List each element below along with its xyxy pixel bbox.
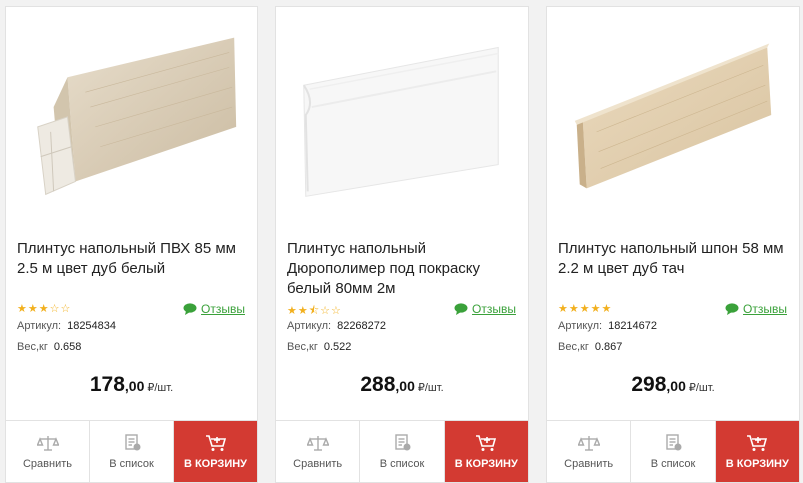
rating-stars: ★★★☆☆ (17, 302, 71, 315)
reviews-label: Отзывы (201, 302, 245, 316)
weight-label: Вес,кг (558, 341, 589, 353)
star-icon: ★ (38, 303, 50, 315)
star-icon: ★ (297, 305, 309, 317)
product-card: Плинтус напольный Дюрополимер под покрас… (275, 6, 529, 483)
cart-label: В КОРЗИНУ (725, 457, 789, 470)
reviews-label: Отзывы (743, 302, 787, 316)
weight-label: Вес,кг (17, 341, 48, 353)
article-row: Артикул: 82268272 (287, 320, 386, 332)
star-icon: ★ (558, 303, 569, 315)
article-label: Артикул: (17, 320, 62, 332)
cart-label: В КОРЗИНУ (454, 457, 518, 470)
add-to-cart-button[interactable]: В КОРЗИНУ (174, 421, 257, 482)
star-outline-icon: ☆ (331, 305, 342, 317)
price-decimal: ,00 (395, 378, 415, 394)
star-icon: ★ (287, 305, 298, 317)
scales-icon (306, 435, 329, 451)
compare-label: Сравнить (564, 457, 614, 470)
product-title[interactable]: Плинтус напольный шпон 58 мм 2.2 м цвет … (558, 239, 789, 279)
weight-value: 0.522 (323, 341, 352, 353)
list-add-icon (395, 433, 411, 450)
price-unit: ₽/шт. (147, 382, 174, 394)
cart-add-icon (205, 434, 226, 451)
compare-button[interactable]: Сравнить (547, 421, 632, 482)
reviews-link[interactable]: Отзывы (725, 302, 787, 316)
skirting-veneer-oak-image (574, 43, 772, 189)
price: 288,00 ₽/шт. (276, 373, 528, 397)
star-icon: ★ (590, 303, 602, 315)
skirting-white-duropolymer-image (302, 46, 499, 197)
add-to-list-button[interactable]: В список (631, 421, 716, 482)
chat-bubble-icon (454, 303, 468, 315)
add-to-list-button[interactable]: В список (360, 421, 445, 482)
star-icon: ★ (579, 303, 591, 315)
star-icon: ★ (601, 303, 613, 315)
compare-button[interactable]: Сравнить (6, 421, 90, 482)
price-unit: ₽/шт. (417, 382, 444, 394)
list-label: В список (650, 457, 696, 470)
article-row: Артикул: 18214672 (558, 320, 657, 332)
add-to-cart-button[interactable]: В КОРЗИНУ (715, 421, 799, 482)
star-icon: ★ (17, 303, 28, 315)
chat-bubble-icon (725, 303, 739, 315)
reviews-link[interactable]: Отзывы (454, 302, 516, 316)
weight-row: Вес,кг 0.867 (558, 341, 622, 353)
cart-label: В КОРЗИНУ (183, 457, 248, 470)
cart-add-icon (747, 434, 768, 451)
price-integer: 298 (631, 373, 667, 396)
scales-icon (36, 435, 59, 451)
article-label: Артикул: (287, 320, 332, 332)
price-unit: ₽/шт. (688, 382, 715, 394)
list-add-icon (666, 433, 682, 450)
skirting-pvc-oak-image (37, 37, 237, 196)
reviews-link[interactable]: Отзывы (183, 302, 245, 316)
star-outline-icon: ☆ (320, 305, 332, 317)
cart-add-icon (476, 434, 497, 451)
price: 298,00 ₽/шт. (547, 373, 799, 397)
price-integer: 178 (89, 373, 125, 396)
weight-row: Вес,кг 0.658 (17, 341, 81, 353)
compare-label: Сравнить (293, 457, 343, 470)
list-label: В список (109, 457, 154, 470)
weight-value: 0.867 (594, 341, 623, 353)
article-row: Артикул: 18254834 (17, 320, 116, 332)
product-image[interactable] (6, 7, 257, 217)
star-half-icon: ⯪ (308, 305, 321, 317)
card-actions: Сравнить В список В КОРЗИНУ (6, 420, 257, 482)
star-icon: ★ (568, 303, 580, 315)
star-outline-icon: ☆ (60, 303, 72, 315)
rating-stars: ★★⯪☆☆ (287, 302, 342, 321)
weight-value: 0.658 (53, 341, 82, 353)
product-image[interactable] (276, 7, 528, 217)
chat-bubble-icon (183, 303, 197, 315)
rating-stars: ★★★★★ (558, 302, 612, 315)
article-value: 82268272 (337, 320, 387, 332)
compare-label: Сравнить (22, 457, 72, 470)
article-value: 18254834 (67, 320, 117, 332)
price: 178,00 ₽/шт. (6, 373, 257, 397)
card-actions: Сравнить В список В КОРЗИНУ (547, 420, 799, 482)
product-card: Плинтус напольный ПВХ 85 мм 2.5 м цвет д… (5, 6, 258, 483)
list-add-icon (124, 433, 140, 450)
product-title[interactable]: Плинтус напольный Дюрополимер под покрас… (287, 239, 518, 299)
add-to-cart-button[interactable]: В КОРЗИНУ (444, 421, 528, 482)
weight-row: Вес,кг 0.522 (287, 341, 351, 353)
add-to-list-button[interactable]: В список (90, 421, 174, 482)
article-value: 18214672 (608, 320, 658, 332)
star-icon: ★ (27, 303, 39, 315)
scales-icon (577, 435, 600, 451)
compare-button[interactable]: Сравнить (276, 421, 361, 482)
product-card: Плинтус напольный шпон 58 мм 2.2 м цвет … (546, 6, 800, 483)
product-title[interactable]: Плинтус напольный ПВХ 85 мм 2.5 м цвет д… (17, 239, 247, 279)
price-integer: 288 (360, 373, 396, 396)
article-label: Артикул: (558, 320, 603, 332)
card-actions: Сравнить В список В КОРЗИНУ (276, 420, 528, 482)
price-decimal: ,00 (124, 378, 145, 394)
star-outline-icon: ☆ (49, 303, 61, 315)
list-label: В список (379, 457, 425, 470)
weight-label: Вес,кг (287, 341, 318, 353)
price-decimal: ,00 (666, 378, 686, 394)
reviews-label: Отзывы (472, 302, 516, 316)
product-image[interactable] (547, 7, 799, 217)
